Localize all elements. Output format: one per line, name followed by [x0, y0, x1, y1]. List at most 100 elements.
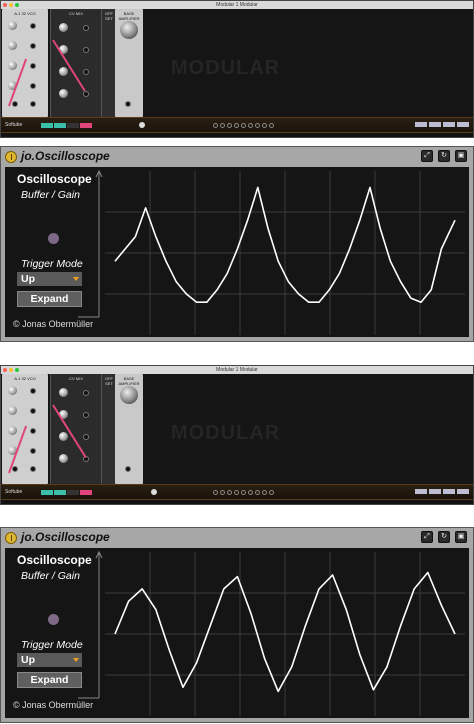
amp-module: BASE AMPLIFIER [115, 374, 143, 484]
amp-gain-knob[interactable] [120, 386, 138, 404]
tab-dark[interactable] [67, 123, 79, 128]
level-leds [213, 123, 274, 128]
softube-logo: Softube [5, 122, 23, 128]
osc-title: jo.Oscilloscope [21, 149, 110, 163]
modular-window-1: Modular 1 Modular MODULAR A-1 32 VCO CV … [0, 0, 474, 138]
vco-jack[interactable] [30, 23, 36, 29]
offset-label: OFF SET [105, 376, 113, 386]
cvmix-jack[interactable] [83, 412, 89, 418]
cvmix-label: CV MIX [69, 376, 83, 381]
zoom-icon[interactable] [15, 368, 19, 372]
rack-ghost-logo: MODULAR [171, 57, 281, 79]
vco-knob[interactable] [8, 61, 17, 70]
amp-jack[interactable] [125, 466, 131, 472]
vco-knob[interactable] [8, 41, 17, 50]
vco-jack[interactable] [30, 83, 36, 89]
cvmix-jack[interactable] [83, 25, 89, 31]
oscilloscope-panel-1: jo.Oscilloscope ⤢ ↻ ▣ Oscilloscope Buffe… [0, 146, 474, 342]
vco-knob[interactable] [8, 386, 17, 395]
osc-title: jo.Oscilloscope [21, 530, 110, 544]
offset-module: OFF SET [101, 9, 116, 117]
cvmix-module: CV MIX [50, 374, 101, 484]
level-leds [213, 490, 274, 495]
tab-teal[interactable] [41, 123, 53, 128]
softube-logo: Softube [5, 489, 23, 495]
refresh-icon[interactable]: ↻ [438, 150, 450, 162]
refresh-icon[interactable]: ↻ [438, 531, 450, 543]
module-rack: MODULAR A-1 32 VCO CV MIX OFF SET BASE A… [1, 374, 473, 484]
vco-jack[interactable] [12, 101, 18, 107]
cvmix-knob[interactable] [59, 89, 68, 98]
window-controls[interactable] [3, 368, 19, 372]
oscilloscope-display [78, 550, 465, 716]
vco-jack[interactable] [12, 466, 18, 472]
cvmix-module: CV MIX [50, 9, 101, 117]
modular-footer: Softube [1, 484, 473, 500]
volume-knob[interactable] [151, 489, 157, 495]
tab-pink[interactable] [80, 123, 92, 128]
modular-window-2: Modular 1 Modular MODULAR A-1 32 VCO CV … [0, 365, 474, 505]
cvmix-jack[interactable] [83, 390, 89, 396]
tab-teal[interactable] [54, 490, 66, 495]
maximize-icon[interactable]: ⤢ [421, 531, 433, 543]
amp-label: BASE AMPLIFIER [118, 376, 140, 386]
tab-pink[interactable] [80, 490, 92, 495]
vco-jack[interactable] [30, 388, 36, 394]
cvmix-jack[interactable] [83, 91, 89, 97]
close-icon[interactable] [3, 368, 7, 372]
module-rack: MODULAR A-1 32 VCO CV MIX OFF SET BASE A… [1, 9, 473, 117]
cvmix-knob[interactable] [59, 454, 68, 463]
volume-knob[interactable] [139, 122, 145, 128]
cvmix-knob[interactable] [59, 432, 68, 441]
modular-window-title: Modular 1 Modular [216, 2, 258, 8]
jo-logo-icon [5, 532, 17, 544]
minimize-icon[interactable] [9, 368, 13, 372]
amp-gain-knob[interactable] [120, 21, 138, 39]
vco-label: A-1 32 VCO [14, 11, 36, 16]
jo-logo-icon [5, 151, 17, 163]
cvmix-label: CV MIX [69, 11, 83, 16]
oscilloscope-display [78, 169, 465, 335]
osc-header: jo.Oscilloscope ⤢ ↻ ▣ [1, 147, 473, 167]
cvmix-jack[interactable] [83, 69, 89, 75]
oscilloscope-panel-2: jo.Oscilloscope ⤢ ↻ ▣ Oscilloscope Buffe… [0, 527, 474, 723]
output-buttons[interactable] [415, 489, 469, 494]
close-icon[interactable] [3, 3, 7, 7]
vco-jack[interactable] [30, 408, 36, 414]
offset-module: OFF SET [101, 374, 116, 484]
vco-knob[interactable] [8, 406, 17, 415]
cvmix-jack[interactable] [83, 47, 89, 53]
osc-body: Oscilloscope Buffer / Gain Trigger Mode … [5, 548, 469, 718]
save-icon[interactable]: ▣ [455, 531, 467, 543]
vco-jack[interactable] [30, 63, 36, 69]
tab-dark[interactable] [67, 490, 79, 495]
vco-jack[interactable] [30, 428, 36, 434]
tab-teal[interactable] [54, 123, 66, 128]
minimize-icon[interactable] [9, 3, 13, 7]
cvmix-knob[interactable] [59, 23, 68, 32]
amp-jack[interactable] [125, 101, 131, 107]
vco-jack[interactable] [30, 101, 36, 107]
vco-jack[interactable] [30, 448, 36, 454]
cvmix-knob[interactable] [59, 388, 68, 397]
cvmix-jack[interactable] [83, 434, 89, 440]
window-controls[interactable] [3, 3, 19, 7]
vco-label: A-1 32 VCO [14, 376, 36, 381]
vco-knob[interactable] [8, 21, 17, 30]
vco-knob[interactable] [8, 426, 17, 435]
vco-jack[interactable] [30, 43, 36, 49]
osc-header: jo.Oscilloscope ⤢ ↻ ▣ [1, 528, 473, 548]
vco-jack[interactable] [30, 466, 36, 472]
cvmix-knob[interactable] [59, 67, 68, 76]
output-buttons[interactable] [415, 122, 469, 127]
osc-body: Oscilloscope Buffer / Gain Trigger Mode … [5, 167, 469, 337]
rack-ghost-logo: MODULAR [171, 422, 281, 444]
modular-window-title: Modular 1 Modular [216, 367, 258, 373]
save-icon[interactable]: ▣ [455, 150, 467, 162]
module-tabs[interactable] [41, 123, 92, 128]
amp-module: BASE AMPLIFIER [115, 9, 143, 117]
zoom-icon[interactable] [15, 3, 19, 7]
maximize-icon[interactable]: ⤢ [421, 150, 433, 162]
module-tabs[interactable] [41, 490, 92, 495]
tab-teal[interactable] [41, 490, 53, 495]
